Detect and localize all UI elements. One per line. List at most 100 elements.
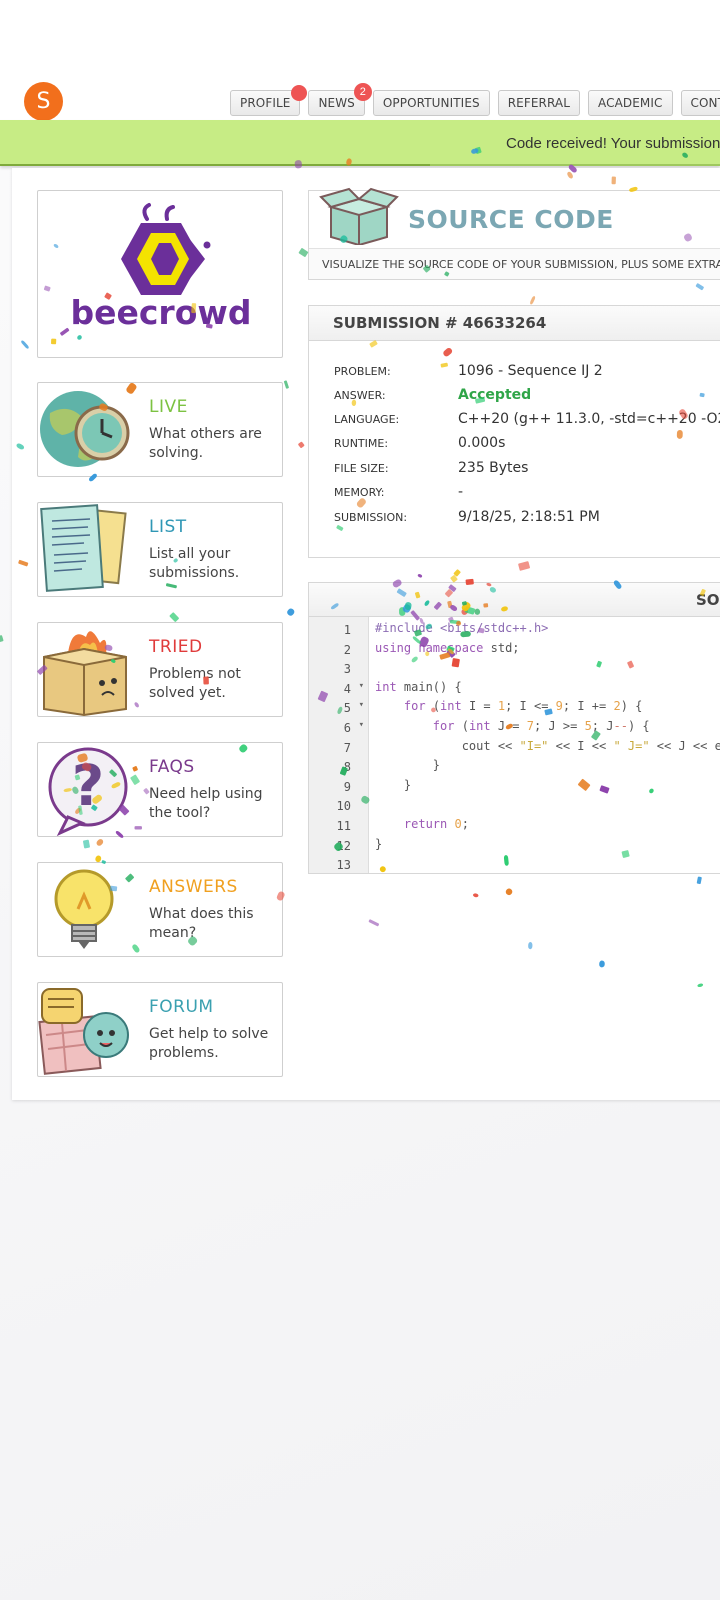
detail-label: LANGUAGE:	[334, 413, 400, 426]
detail-row-language: LANGUAGE: C++20 (g++ 11.3.0, -std=c++20 …	[334, 411, 720, 433]
line-number: 7	[309, 739, 369, 759]
sidebar-item-faqs[interactable]: ? FAQS Need help using the tool?	[37, 742, 283, 837]
line-number: 2	[309, 641, 369, 661]
chat-bubbles-icon	[38, 988, 129, 1075]
line-number: 10	[309, 797, 369, 817]
nav-label: NEWS	[318, 96, 355, 110]
line-number: 4 ▾	[309, 680, 369, 700]
line-number-gutter: 1 2 3 4 ▾ 5 ▾ 6 ▾ 7 8 9 10 11 12 13	[309, 617, 369, 873]
fold-arrow-icon[interactable]: ▾	[359, 700, 364, 710]
line-number-text: 7	[343, 740, 351, 755]
line-number-text: 4	[343, 681, 351, 696]
detail-row-runtime: RUNTIME: 0.000s	[334, 435, 720, 457]
submission-toast[interactable]: Code received! Your submission is being …	[0, 120, 720, 166]
detail-label: FILE SIZE:	[334, 462, 389, 475]
submission-details: SUBMISSION # 46633264 PROBLEM: 1096 - Se…	[308, 305, 720, 558]
nav-referral-button[interactable]: REFERRAL	[497, 90, 581, 116]
brand-logo-box[interactable]: beecrowd	[37, 190, 283, 358]
globe-clock-icon	[40, 391, 130, 467]
detail-label: PROBLEM:	[334, 365, 391, 378]
detail-label: ANSWER:	[334, 389, 386, 402]
line-number-text: 13	[336, 858, 351, 873]
detail-row-answer: ANSWER: Accepted	[334, 387, 720, 409]
runtime-value: 0.000s	[458, 435, 506, 451]
sidebar-item-title: ANSWERS	[149, 877, 238, 897]
sidebar-item-desc: What does this mean?	[149, 906, 254, 941]
news-notification-badge: 2	[353, 83, 372, 101]
code-line: }	[375, 777, 412, 792]
memory-value: -	[458, 484, 464, 500]
burning-box-icon	[43, 631, 127, 716]
sidebar-item-answers[interactable]: ANSWERS What does this mean?	[37, 862, 283, 957]
code-line: #include <bits/stdc++.h>	[375, 621, 549, 635]
detail-label: MEMORY:	[334, 486, 385, 499]
code-heading: SOURCE	[696, 591, 720, 609]
code-line: int main() {	[375, 679, 462, 694]
source-code-header: SOURCE CODE VISUALIZE THE SOURCE CODE OF…	[308, 187, 720, 280]
toast-message: Code received! Your submission is being …	[506, 135, 720, 152]
sidebar-item-forum[interactable]: FORUM Get help to solve problems.	[37, 982, 283, 1077]
line-number-text: 11	[336, 819, 351, 833]
line-number: 5 ▾	[309, 699, 369, 719]
logo-wordmark: beecrowd	[70, 293, 251, 332]
beecrowd-logo-icon: beecrowd	[70, 203, 252, 332]
nav-label: REFERRAL	[507, 96, 571, 110]
sidebar-item-live[interactable]: LIVE What others are solving.	[37, 382, 283, 477]
line-number-text: 8	[343, 760, 351, 775]
answer-status: Accepted	[458, 387, 532, 403]
code-content[interactable]: #include <bits/stdc++.h> using namespace …	[375, 617, 720, 873]
viewport: S PROFILE NEWS 2 OPPORTUNITIES REFERRAL A…	[0, 0, 720, 1600]
nav-contests-button[interactable]: CONTESTS	[680, 90, 720, 116]
language-value: C++20 (g++ 11.3.0, -std=c++20 -O2 -lm) […	[458, 411, 720, 427]
file-size-value: 235 Bytes	[458, 460, 529, 476]
nav-label: CONTESTS	[690, 96, 720, 110]
confetti-piece	[0, 635, 4, 644]
code-heading-bar: SOURCE	[309, 583, 720, 617]
sidebar-item-title: FAQS	[149, 757, 195, 777]
top-nav: PROFILE NEWS 2 OPPORTUNITIES REFERRAL ACA…	[230, 83, 720, 118]
code-line: }	[375, 836, 383, 851]
line-number: 3	[309, 660, 369, 680]
source-code-title: SOURCE CODE	[408, 205, 614, 234]
fold-arrow-icon[interactable]: ▾	[359, 720, 364, 730]
documents-icon	[40, 504, 127, 592]
user-avatar[interactable]: S	[24, 82, 63, 121]
nav-label: PROFILE	[240, 96, 291, 110]
sidebar-item-title: FORUM	[149, 997, 214, 1017]
submission-date-value: 9/18/25, 2:18:51 PM	[458, 509, 600, 525]
line-number-text: 10	[336, 799, 351, 814]
code-line: for (int I = 1; I <= 9; I += 2) {	[403, 699, 643, 714]
code-line: return 0;	[403, 817, 469, 831]
sidebar-item-title: LIST	[149, 517, 187, 537]
nav-label: ACADEMIC	[598, 96, 663, 110]
line-number: 12	[309, 837, 369, 857]
sidebar-item-desc: Get help to solve problems.	[149, 1026, 269, 1061]
nav-academic-button[interactable]: ACADEMIC	[588, 90, 673, 116]
source-code-subtitle: VISUALIZE THE SOURCE CODE OF YOUR SUBMIS…	[309, 248, 720, 279]
sidebar-item-tried[interactable]: TRIED Problems not solved yet.	[37, 622, 283, 717]
sidebar-item-desc: Problems not solved yet.	[149, 666, 241, 701]
sidebar-item-title: LIVE	[149, 397, 188, 417]
toast-progress-bar	[0, 164, 430, 166]
nav-opportunities-button[interactable]: OPPORTUNITIES	[372, 90, 490, 116]
line-number: 8	[309, 758, 369, 778]
avatar-initial: S	[36, 89, 51, 114]
line-number-text: 12	[336, 838, 351, 853]
sidebar-item-desc: Need help using the tool?	[149, 786, 263, 821]
svg-text:?: ?	[72, 754, 104, 819]
sidebar-item-list[interactable]: LIST List all your submissions.	[37, 502, 283, 597]
line-number: 1	[309, 621, 369, 641]
sidebar-item-desc: What others are solving.	[149, 426, 262, 461]
detail-row-problem: PROBLEM: 1096 - Sequence IJ 2	[334, 363, 720, 385]
detail-label: RUNTIME:	[334, 437, 389, 450]
code-line: }	[375, 758, 441, 773]
fold-arrow-icon[interactable]: ▾	[359, 681, 364, 691]
nav-news-button[interactable]: NEWS 2	[308, 83, 372, 116]
line-number-text: 9	[343, 779, 351, 794]
detail-row-memory: MEMORY: -	[334, 484, 720, 506]
line-number-text: 3	[343, 662, 351, 677]
code-line: for (int J = 7; J >= 5; J--) {	[432, 719, 650, 733]
nav-profile-button[interactable]: PROFILE	[230, 85, 308, 116]
problem-link[interactable]: 1096 - Sequence IJ 2	[458, 363, 603, 379]
submission-heading: SUBMISSION # 46633264	[309, 306, 720, 341]
